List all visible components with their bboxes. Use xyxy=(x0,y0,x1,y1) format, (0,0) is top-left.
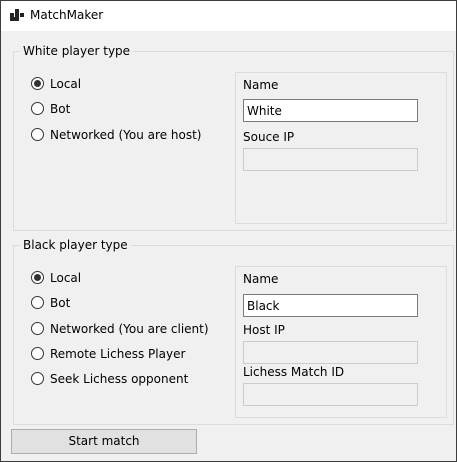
window-title: MatchMaker xyxy=(30,8,104,22)
white-details-panel: Name Souce IP xyxy=(235,72,447,224)
radio-button[interactable] xyxy=(31,296,44,309)
radio-label: Remote Lichess Player xyxy=(50,347,186,361)
radio-label: Local xyxy=(50,271,82,285)
radio-button[interactable] xyxy=(31,271,44,284)
white-group-legend: White player type xyxy=(20,44,134,58)
radio-label: Networked (You are host) xyxy=(50,128,202,142)
black-host-ip-field[interactable] xyxy=(243,341,418,364)
white-source-ip-field[interactable] xyxy=(243,148,418,171)
black-name-field[interactable] xyxy=(243,294,418,317)
radio-button[interactable] xyxy=(31,322,44,335)
board-pieces-icon xyxy=(10,9,24,21)
radio-button[interactable] xyxy=(31,128,44,141)
start-match-button[interactable]: Start match xyxy=(11,429,197,454)
lichess-match-id-label: Lichess Match ID xyxy=(243,365,345,379)
radio-selected-dot xyxy=(34,80,41,87)
black-details-panel: Name Host IP Lichess Match ID xyxy=(235,266,447,418)
black-host-ip-label: Host IP xyxy=(243,323,285,337)
radio-label: Local xyxy=(50,77,82,91)
white-name-field[interactable] xyxy=(243,99,418,122)
lichess-match-id-field[interactable] xyxy=(243,383,418,406)
radio-selected-dot xyxy=(34,274,41,281)
white-source-ip-label: Souce IP xyxy=(243,130,295,144)
radio-label: Bot xyxy=(50,296,71,310)
black-group-legend: Black player type xyxy=(20,238,131,252)
radio-button[interactable] xyxy=(31,372,44,385)
radio-label: Bot xyxy=(50,102,71,116)
radio-button[interactable] xyxy=(31,102,44,115)
matchmaker-window: MatchMaker White player type Local Bot N… xyxy=(0,0,457,462)
white-name-label: Name xyxy=(243,78,279,92)
radio-label: Seek Lichess opponent xyxy=(50,372,189,386)
title-bar[interactable]: MatchMaker xyxy=(1,1,456,31)
black-player-group: Black player type Local Bot Networked (Y… xyxy=(13,238,454,425)
white-player-group: White player type Local Bot Networked (Y… xyxy=(13,44,454,231)
radio-button[interactable] xyxy=(31,77,44,90)
radio-button[interactable] xyxy=(31,347,44,360)
radio-label: Networked (You are client) xyxy=(50,322,209,336)
black-name-label: Name xyxy=(243,272,279,286)
